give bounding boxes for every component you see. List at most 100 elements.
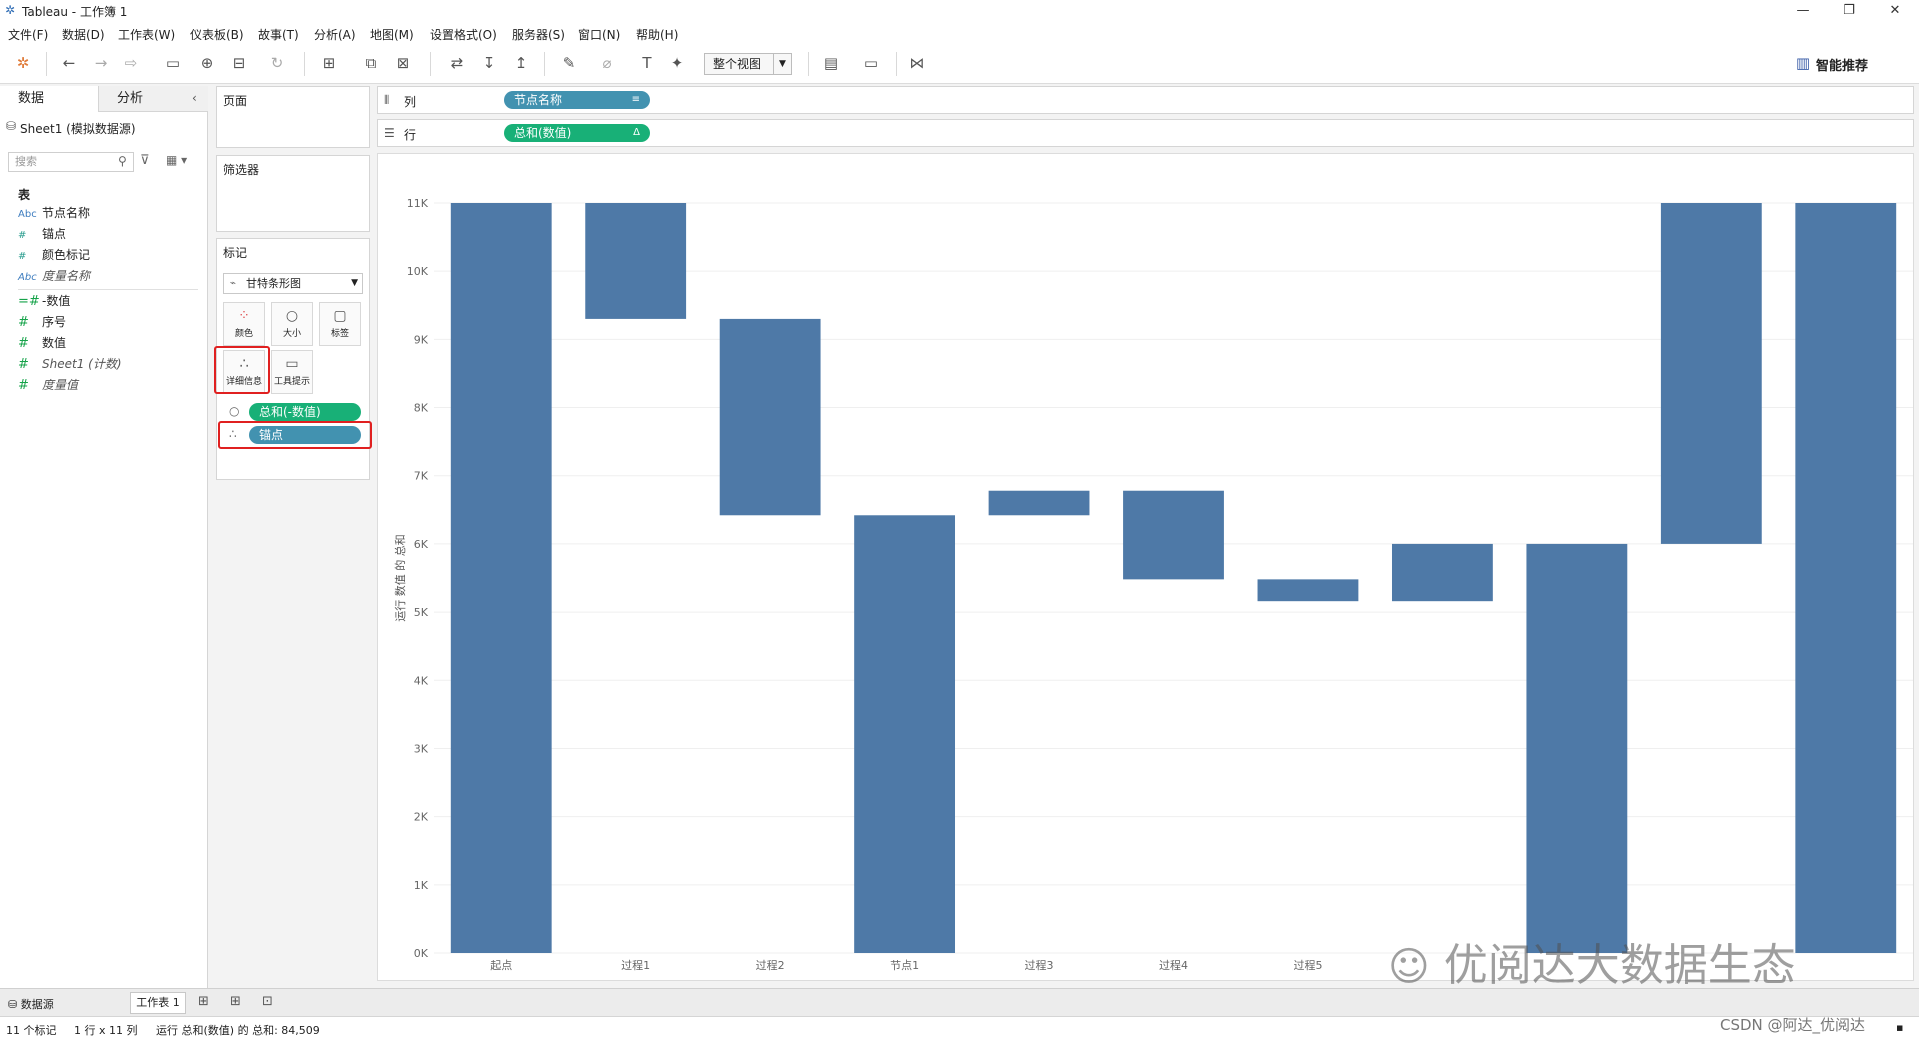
new-story-icon[interactable]: ⊡ [262, 994, 273, 1009]
bar[interactable] [988, 490, 1090, 516]
filter-icon[interactable]: ⊽ [140, 153, 150, 168]
new-datasource-icon[interactable]: ⊕ [196, 52, 218, 74]
size-button[interactable]: ○ 大小 [271, 302, 313, 346]
field-item[interactable]: # 度量值 [18, 376, 78, 394]
sheet-tab[interactable]: 工作表 1 [130, 992, 186, 1014]
field-item[interactable]: Abc 节点名称 [18, 204, 90, 222]
fit-view-dropdown[interactable]: 整个视图 ▼ [704, 53, 792, 75]
maximize-button[interactable]: ❐ [1826, 0, 1872, 22]
field-item[interactable]: # 数值 [18, 334, 66, 352]
bar[interactable] [1795, 203, 1897, 953]
filters-shelf[interactable]: 筛选器 [216, 155, 370, 232]
collapse-icon[interactable]: ‹ [192, 91, 197, 105]
redo-icon[interactable]: → [90, 52, 112, 74]
filters-title: 筛选器 [223, 163, 260, 177]
new-dashboard-icon[interactable]: ⊞ [230, 994, 241, 1009]
sort-descending-icon[interactable]: ↥ [510, 52, 532, 74]
rows-pill[interactable]: 总和(数值) Δ [504, 124, 650, 142]
y-tick-label: 6K [414, 538, 429, 551]
swap-icon[interactable]: ⇄ [446, 52, 468, 74]
undo-icon[interactable]: ← [58, 52, 80, 74]
marks-title: 标记 [223, 246, 248, 260]
menu-server[interactable]: 服务器(S) [512, 26, 565, 43]
menu-map[interactable]: 地图(M) [370, 26, 414, 43]
menu-file[interactable]: 文件(F) [8, 26, 48, 43]
columns-pill[interactable]: 节点名称 ≡ [504, 91, 650, 109]
show-labels-icon[interactable]: T [636, 52, 658, 74]
size-label: 大小 [282, 329, 301, 339]
size-pill[interactable]: 总和(-数值) [249, 403, 361, 421]
status-sum: 运行 总和(数值) 的 总和: 84,509 [156, 1024, 320, 1037]
number-type-icon: # [18, 251, 27, 262]
rows-shelf[interactable]: ☰ 行 总和(数值) Δ [377, 119, 1914, 147]
field-item[interactable]: Abc 度量名称 [18, 267, 90, 285]
tab-data[interactable]: 数据 [0, 86, 98, 112]
save-icon[interactable]: ▭ [162, 52, 184, 74]
tableau-home-icon[interactable]: ✲ [12, 52, 34, 74]
highlight-icon[interactable]: ✎ [558, 52, 580, 74]
smart-recommend-button[interactable]: 智能推荐 [1816, 55, 1868, 74]
duplicate-icon[interactable]: ⧉ [360, 52, 382, 74]
waterfall-chart[interactable]: 0K 1K 2K 3K 4K 5K 6K 7K 8K 9K 10K 11K 运行 数值 的 总和起点 过程… [378, 154, 1913, 980]
refresh-icon[interactable]: ↻ [266, 52, 288, 74]
fix-axes-icon[interactable]: ✦ [666, 52, 688, 74]
y-tick-label: 2K [414, 811, 429, 824]
close-button[interactable]: ✕ [1872, 0, 1918, 22]
bar[interactable] [1660, 203, 1762, 544]
datasource-name[interactable]: Sheet1 (模拟数据源) [20, 120, 136, 137]
menu-analysis[interactable]: 分析(A) [314, 26, 356, 43]
bar[interactable] [1123, 490, 1224, 580]
label-icon: ▢ [333, 308, 347, 324]
menu-worksheet[interactable]: 工作表(W) [118, 26, 175, 43]
bar[interactable] [854, 515, 956, 953]
y-tick-label: 11K [407, 197, 429, 210]
bar[interactable] [1391, 543, 1493, 602]
bar[interactable] [585, 203, 687, 319]
bar[interactable] [1257, 579, 1359, 602]
bar[interactable] [1526, 543, 1628, 953]
data-pane: 数据 分析 ‹ ⛁ Sheet1 (模拟数据源) 搜索 ⚲ ⊽ ▦ ▾ 表 Ab… [0, 86, 208, 988]
menu-format[interactable]: 设置格式(O) [430, 26, 497, 43]
label-button[interactable]: ▢ 标签 [319, 302, 361, 346]
new-worksheet-icon[interactable]: ⊞ [198, 994, 209, 1009]
field-item[interactable]: # 序号 [18, 313, 66, 331]
field-item[interactable]: # Sheet1 (计数) [18, 355, 122, 373]
replay-icon[interactable]: ⇨ [120, 52, 142, 74]
tooltip-button[interactable]: ▭ 工具提示 [271, 350, 313, 394]
field-item[interactable]: =# -数值 [18, 292, 70, 310]
tooltip-label: 工具提示 [273, 377, 310, 387]
clear-sheet-icon[interactable]: ⊠ [392, 52, 414, 74]
show-cards-icon[interactable]: ▤ [820, 52, 842, 74]
new-worksheet-icon[interactable]: ⊞ [318, 52, 340, 74]
tableau-logo-icon: ✲ [5, 3, 16, 17]
bar[interactable] [719, 318, 821, 516]
presentation-mode-icon[interactable]: ▭ [860, 52, 882, 74]
columns-shelf[interactable]: ⦀ 列 节点名称 ≡ [377, 86, 1914, 114]
menu-bar: 文件(F) 数据(D) 工作表(W) 仪表板(B) 故事(T) 分析(A) 地图… [0, 22, 1919, 44]
menu-window[interactable]: 窗口(N) [578, 26, 620, 43]
mark-type-dropdown[interactable]: ⌁ 甘特条形图 ▼ [223, 273, 363, 294]
field-label: 节点名称 [42, 206, 91, 220]
menu-dashboard[interactable]: 仪表板(B) [190, 26, 244, 43]
pause-updates-icon[interactable]: ⊟ [228, 52, 250, 74]
pages-title: 页面 [223, 94, 248, 108]
search-input[interactable]: 搜索 [8, 152, 134, 172]
menu-help[interactable]: 帮助(H) [636, 26, 678, 43]
watermark: ☺ 优阅达大数据生态 [1388, 929, 1796, 993]
minimize-button[interactable]: — [1780, 0, 1826, 22]
columns-label: 列 [404, 95, 417, 109]
datasource-tab[interactable]: ⛁ 数据源 [8, 996, 54, 1012]
share-icon[interactable]: ⋈ [906, 52, 928, 74]
menu-data[interactable]: 数据(D) [62, 26, 105, 43]
x-tick-label: 过程2 [756, 959, 785, 972]
menu-story[interactable]: 故事(T) [258, 26, 299, 43]
y-axis-label: 运行 数值 的 总和 [393, 534, 407, 622]
view-options-icon[interactable]: ▦ ▾ [166, 153, 187, 167]
pages-shelf[interactable]: 页面 [216, 86, 370, 148]
bar[interactable] [450, 203, 552, 953]
group-icon[interactable]: ⌀ [596, 52, 618, 74]
sort-ascending-icon[interactable]: ↧ [478, 52, 500, 74]
color-button[interactable]: ⁘ 颜色 [223, 302, 265, 346]
field-item[interactable]: # 颜色标记 [18, 246, 90, 264]
field-item[interactable]: # 锚点 [18, 225, 66, 243]
